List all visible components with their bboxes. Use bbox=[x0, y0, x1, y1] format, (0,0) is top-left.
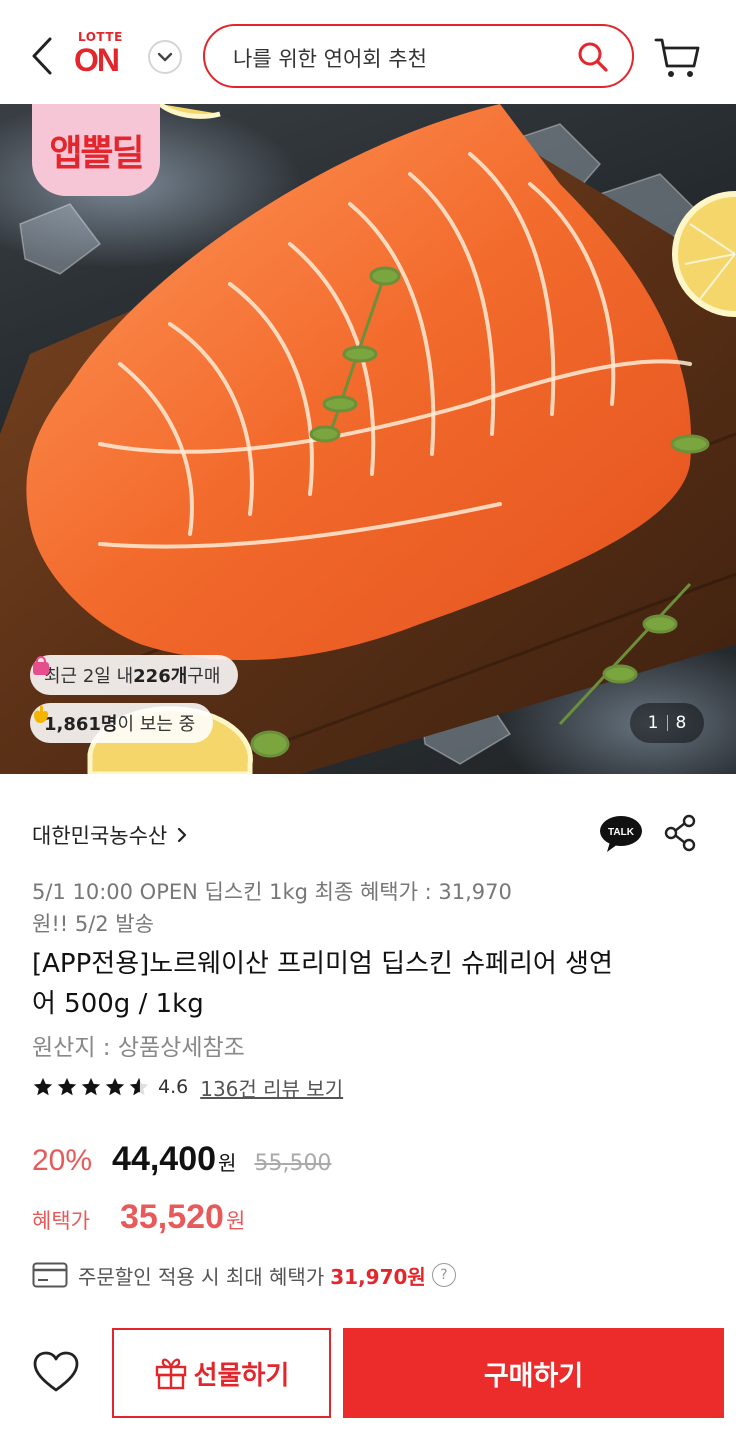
recent-purchase-suffix: 구매 bbox=[187, 666, 221, 687]
svg-text:TALK: TALK bbox=[608, 827, 635, 838]
rating-score: 4.6 bbox=[158, 1076, 189, 1098]
mall-switch-button[interactable] bbox=[148, 40, 182, 74]
price-row: 20% 44,400 원 55,500 bbox=[32, 1140, 331, 1184]
search-query-text: 나를 위한 연어회 추천 bbox=[233, 47, 427, 71]
lotte-on-logo[interactable]: LOTTE ON bbox=[74, 30, 136, 80]
viewers-pill: 1,861명 이 보는 중 bbox=[30, 703, 214, 743]
promo-line-1: 5/1 10:00 OPEN 딥스킨 1kg 최종 혜택가 : 31,970 bbox=[32, 880, 512, 904]
promo-text: 5/1 10:00 OPEN 딥스킨 1kg 최종 혜택가 : 31,970 원… bbox=[32, 876, 592, 940]
back-icon bbox=[32, 37, 52, 75]
review-link[interactable]: 136건 리뷰 보기 bbox=[200, 1073, 343, 1102]
image-total: 8 bbox=[675, 713, 687, 733]
hand-icon bbox=[34, 705, 48, 723]
benefit-price-row: 혜택가 35,520 원 bbox=[32, 1198, 245, 1242]
logo-main-text: ON bbox=[74, 42, 120, 78]
share-button[interactable] bbox=[662, 814, 698, 852]
buy-button[interactable]: 구매하기 bbox=[343, 1328, 724, 1418]
viewers-suffix: 이 보는 중 bbox=[117, 714, 196, 735]
product-title: [APP전용]노르웨이산 프리미엄 딥스킨 슈페리어 생연 어 500g / 1… bbox=[32, 944, 712, 1024]
heart-icon bbox=[33, 1351, 79, 1392]
original-price: 55,500 bbox=[254, 1151, 332, 1176]
wishlist-button[interactable] bbox=[32, 1350, 80, 1394]
card-icon bbox=[32, 1262, 68, 1288]
gift-button[interactable]: 선물하기 bbox=[112, 1328, 331, 1418]
seller-link[interactable]: 대한민국농수산 bbox=[32, 820, 187, 850]
counter-divider bbox=[666, 715, 668, 731]
seller-name: 대한민국농수산 bbox=[32, 824, 168, 848]
chevron-right-icon bbox=[178, 827, 187, 843]
app-deal-badge-text: 앱뽈딜 bbox=[49, 133, 144, 174]
star-icon bbox=[105, 1077, 125, 1096]
star-icon bbox=[57, 1077, 77, 1096]
back-button[interactable] bbox=[28, 36, 58, 76]
talk-button[interactable]: TALK bbox=[598, 814, 644, 854]
talk-icon: TALK bbox=[600, 816, 642, 852]
recent-purchase-count: 226개 bbox=[133, 666, 188, 687]
viewers-count: 1,861명 bbox=[44, 714, 118, 735]
app-deal-badge: 앱뽈딜 bbox=[32, 104, 160, 196]
max-benefit-text: 주문할인 적용 시 최대 혜택가 bbox=[78, 1264, 325, 1289]
product-title-line-2: 어 500g / 1kg bbox=[32, 989, 204, 1019]
rating-row: 4.6 136건 리뷰 보기 bbox=[32, 1072, 343, 1102]
origin-text: 원산지 : 상품상세참조 bbox=[32, 1035, 245, 1061]
product-image-carousel[interactable]: 앱뽈딜 최근 2일 내 226개 구매 1,861명 이 보는 중 1 8 bbox=[0, 104, 736, 774]
gift-button-label: 선물하기 bbox=[193, 1360, 290, 1391]
chevron-down-icon bbox=[157, 52, 173, 62]
recent-purchase-pill: 최근 2일 내 226개 구매 bbox=[30, 655, 239, 695]
discount-rate: 20% bbox=[32, 1144, 93, 1177]
promo-line-2: 원!! 5/2 발송 bbox=[32, 912, 154, 936]
search-input[interactable]: 나를 위한 연어회 추천 bbox=[203, 24, 634, 88]
search-icon[interactable] bbox=[576, 40, 610, 74]
image-index: 1 bbox=[647, 713, 659, 733]
shopping-bag-icon bbox=[33, 656, 49, 675]
help-icon[interactable]: ? bbox=[431, 1263, 456, 1287]
star-icon bbox=[33, 1077, 53, 1096]
sale-price: 44,400 bbox=[112, 1140, 217, 1178]
benefit-price-unit: 원 bbox=[225, 1209, 246, 1233]
image-counter: 1 8 bbox=[630, 703, 704, 743]
share-icon bbox=[664, 814, 696, 852]
gift-icon bbox=[155, 1358, 186, 1390]
product-title-line-1: [APP전용]노르웨이산 프리미엄 딥스킨 슈페리어 생연 bbox=[32, 949, 613, 979]
cart-icon bbox=[654, 38, 700, 77]
sale-price-unit: 원 bbox=[218, 1151, 237, 1175]
max-benefit-price: 31,970원 bbox=[330, 1264, 426, 1289]
buy-button-label: 구매하기 bbox=[483, 1360, 584, 1392]
benefit-price: 35,520 bbox=[119, 1198, 224, 1236]
max-benefit-row[interactable]: 주문할인 적용 시 최대 혜택가 31,970원 ? bbox=[32, 1258, 456, 1292]
half-star-icon bbox=[129, 1077, 149, 1096]
star-rating bbox=[32, 1076, 150, 1098]
recent-purchase-prefix: 최근 2일 내 bbox=[44, 666, 134, 687]
benefit-label: 혜택가 bbox=[32, 1209, 90, 1233]
star-icon bbox=[81, 1077, 101, 1096]
top-header: LOTTE ON 나를 위한 연어회 추천 bbox=[0, 0, 736, 104]
cart-button[interactable] bbox=[654, 36, 702, 80]
